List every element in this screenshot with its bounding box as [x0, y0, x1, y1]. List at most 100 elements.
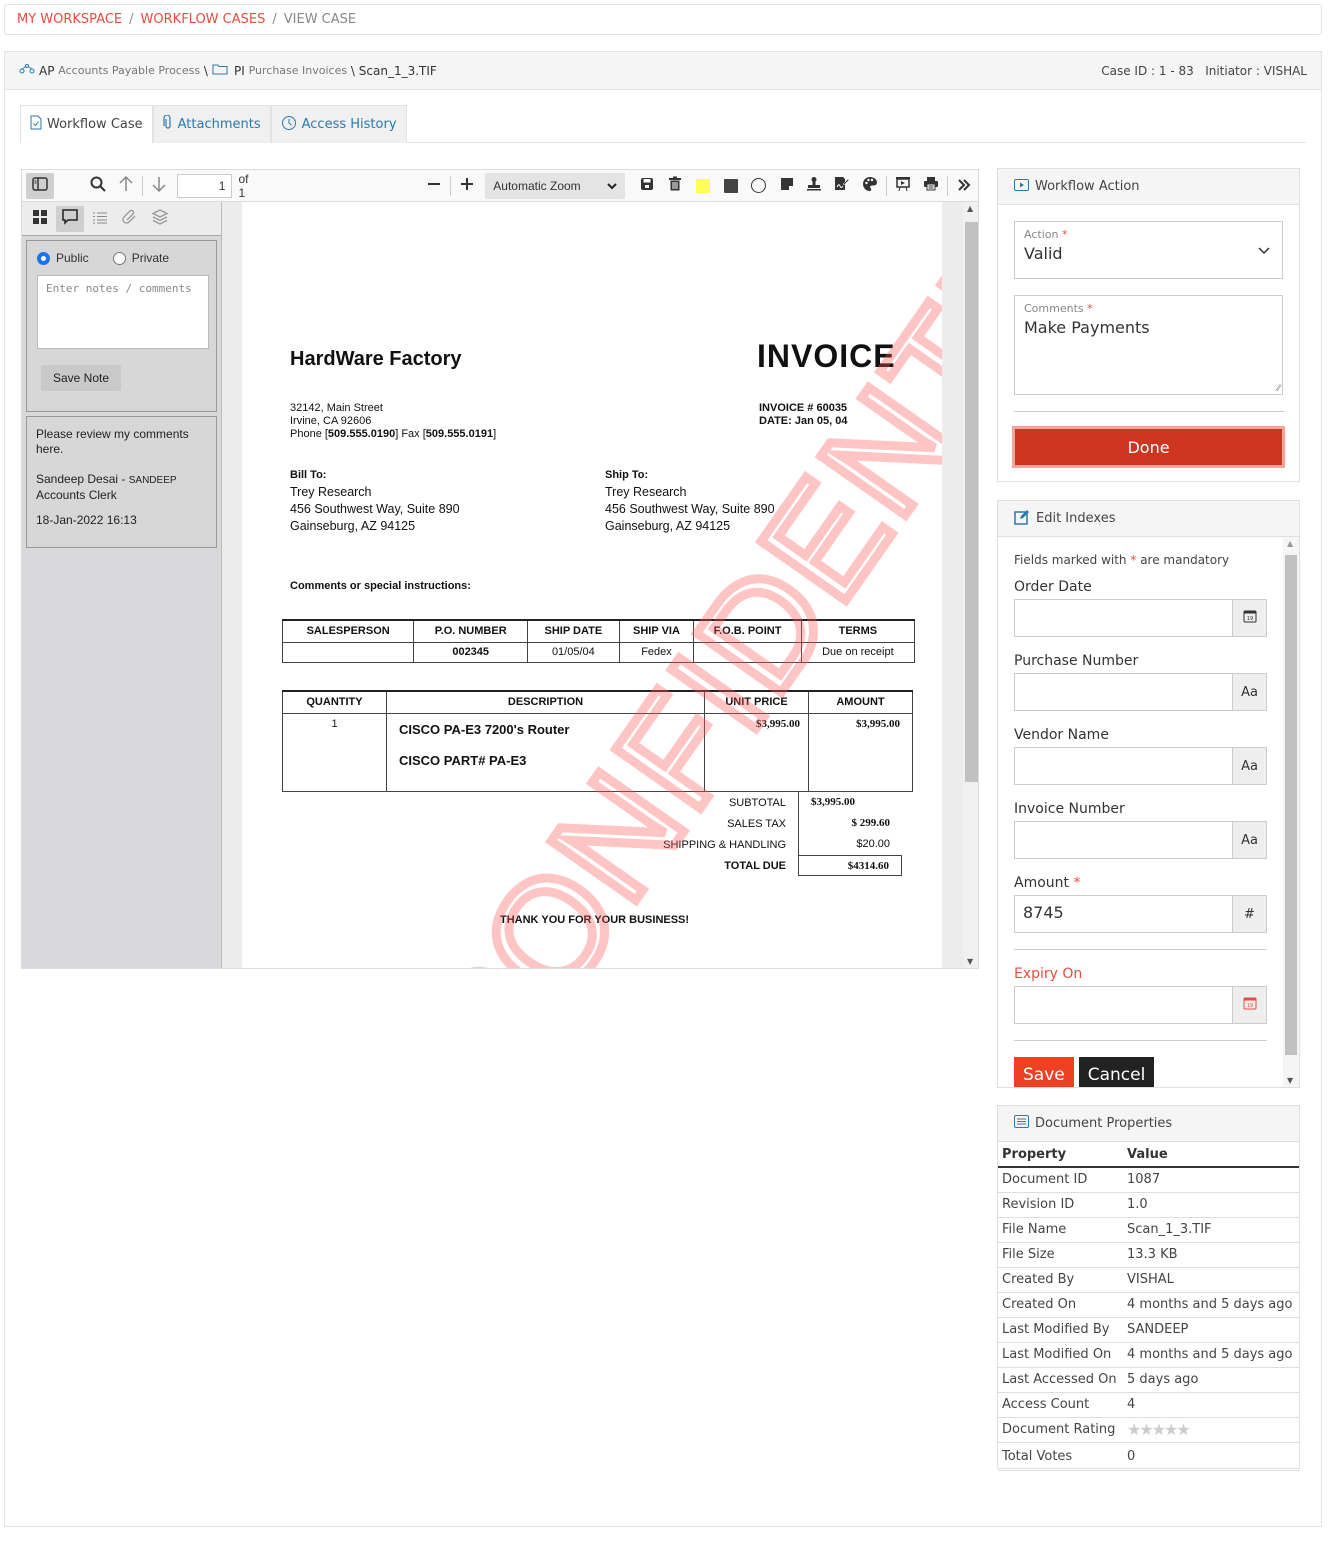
- property-row: Last Accessed On 5 days ago: [998, 1367, 1299, 1393]
- zoom-out-button[interactable]: [420, 173, 448, 199]
- star-icon[interactable]: ★: [1152, 1420, 1166, 1439]
- public-radio[interactable]: [37, 251, 50, 265]
- grid-icon: [33, 209, 47, 228]
- property-name: Access Count: [998, 1392, 1123, 1418]
- tools-menu-button[interactable]: [950, 173, 978, 199]
- toggle-sidebar-button[interactable]: [26, 172, 54, 199]
- scrollbar-thumb[interactable]: [1285, 555, 1297, 1055]
- action-select[interactable]: Action * Valid: [1014, 221, 1283, 279]
- property-value: Scan_1_3.TIF: [1123, 1217, 1299, 1243]
- comments-label: Comments or special instructions:: [290, 580, 471, 592]
- paperclip-icon: [122, 209, 138, 229]
- workflow-action-panel: Workflow Action Action * Valid Comments …: [997, 168, 1300, 482]
- star-icon[interactable]: ★: [1176, 1420, 1190, 1439]
- breadcrumb-workflow-cases[interactable]: WORKFLOW CASES: [141, 12, 266, 27]
- document-canvas: HardWare Factory INVOICE 32142, Main Str…: [223, 202, 978, 968]
- breadcrumb-my-workspace[interactable]: MY WORKSPACE: [17, 12, 122, 27]
- outline-tab[interactable]: [86, 206, 114, 232]
- note-visibility: Public Private: [37, 251, 206, 265]
- property-name: Last Modified By: [998, 1317, 1123, 1343]
- ship-to-label: Ship To:: [605, 469, 649, 481]
- invoice-company: HardWare Factory: [290, 348, 462, 370]
- date-picker-button[interactable]: 19: [1232, 600, 1266, 636]
- case-initiator: Initiator : VISHAL: [1205, 63, 1307, 78]
- presentation-mode-button[interactable]: [889, 173, 917, 199]
- process-code: AP: [39, 63, 55, 78]
- palette-icon: [862, 176, 878, 196]
- document-viewer: 1 of 1 Automatic Zoom Public Private Ent…: [21, 169, 979, 969]
- print-button[interactable]: [917, 173, 945, 199]
- bill-to-label: Bill To:: [290, 469, 327, 481]
- comments-input[interactable]: Comments * Make Payments ⁄⁄: [1014, 295, 1283, 395]
- sticky-note-button[interactable]: [773, 173, 801, 199]
- panel-header: Document Properties: [998, 1106, 1299, 1142]
- star-icon[interactable]: ★: [1139, 1420, 1153, 1439]
- vendor-name-input[interactable]: [1015, 748, 1232, 784]
- property-name: File Size: [998, 1242, 1123, 1268]
- done-button[interactable]: Done: [1012, 426, 1285, 468]
- zoom-select[interactable]: Automatic Zoom: [485, 172, 625, 199]
- zoom-in-button[interactable]: [453, 173, 481, 199]
- next-page-button[interactable]: [145, 173, 173, 199]
- property-row: Created On 4 months and 5 days ago: [998, 1292, 1299, 1318]
- previous-page-button[interactable]: [112, 173, 140, 199]
- property-value: 4: [1123, 1392, 1299, 1418]
- note-input[interactable]: Enter notes / comments: [37, 275, 209, 349]
- rectangle-button[interactable]: [717, 173, 745, 199]
- presentation-icon: [895, 176, 911, 196]
- star-icon[interactable]: ★: [1127, 1420, 1141, 1439]
- scroll-down-arrow-icon: ▼: [1287, 1076, 1294, 1085]
- save-button[interactable]: Save: [1014, 1057, 1074, 1087]
- star-icon[interactable]: ★: [1164, 1420, 1178, 1439]
- expiry-on-input[interactable]: [1015, 987, 1232, 1023]
- purchase-number-input[interactable]: [1015, 674, 1232, 710]
- order-date-input[interactable]: [1015, 600, 1232, 636]
- find-button[interactable]: [84, 173, 112, 199]
- save-note-button[interactable]: Save Note: [41, 365, 122, 391]
- amount-input[interactable]: 8745: [1015, 896, 1232, 932]
- tab-attachments[interactable]: Attachments: [152, 105, 271, 143]
- indexes-form: Fields marked with * are mandatory Order…: [998, 537, 1299, 1087]
- invoice-number-input[interactable]: [1015, 822, 1232, 858]
- private-radio[interactable]: [112, 251, 126, 265]
- indexes-scrollbar[interactable]: ▲ ▼: [1283, 537, 1299, 1087]
- invoice-address: 32142, Main Street Irvine, CA 92606 Phon…: [290, 402, 496, 441]
- color-palette-button[interactable]: [856, 173, 884, 199]
- order-header: P.O. NUMBER: [413, 619, 529, 643]
- document-scrollbar[interactable]: ▲ ▼: [963, 202, 978, 968]
- tab-access-history[interactable]: Access History: [270, 105, 407, 143]
- layers-tab[interactable]: [146, 206, 174, 232]
- calendar-icon: 19: [1243, 996, 1257, 1014]
- comments-tab[interactable]: [56, 205, 84, 232]
- save-button[interactable]: [633, 173, 661, 199]
- minus-icon: [427, 176, 441, 195]
- tab-workflow-case[interactable]: Workflow Case: [20, 105, 153, 143]
- highlight-button[interactable]: [689, 173, 717, 199]
- stamp-button[interactable]: [800, 173, 828, 199]
- date-picker-button[interactable]: 19: [1232, 987, 1266, 1023]
- case-id: Case ID : 1 - 83: [1101, 63, 1194, 78]
- bill-to: Bill To: Trey Research 456 Southwest Way…: [290, 466, 460, 535]
- tab-label: Workflow Case: [47, 117, 143, 132]
- tab-label: Attachments: [177, 117, 261, 132]
- panel-header: Workflow Action: [998, 169, 1299, 205]
- cancel-button[interactable]: Cancel: [1078, 1057, 1155, 1087]
- comment-text: Please review my comments here.: [36, 427, 189, 456]
- process-name: Accounts Payable Process: [58, 64, 201, 77]
- svg-text:19: 19: [1246, 1003, 1252, 1009]
- delete-button[interactable]: [661, 173, 689, 199]
- rating-stars[interactable]: ★★★★★: [1127, 1420, 1191, 1439]
- signature-button[interactable]: [828, 173, 856, 199]
- required-asterisk: *: [1130, 553, 1137, 567]
- property-name: Document ID: [998, 1167, 1123, 1193]
- ellipse-button[interactable]: [745, 173, 773, 199]
- property-header: Property: [998, 1142, 1123, 1168]
- thumbnails-tab[interactable]: [26, 206, 54, 232]
- property-name: Last Accessed On: [998, 1367, 1123, 1393]
- scrollbar-thumb[interactable]: [965, 222, 978, 782]
- property-name: File Name: [998, 1217, 1123, 1243]
- attachments-tab[interactable]: [116, 206, 144, 232]
- page-number-input[interactable]: 1: [176, 173, 233, 198]
- expiry-on-label: Expiry On: [1014, 966, 1083, 982]
- fax-label: ] Fax [: [395, 428, 426, 440]
